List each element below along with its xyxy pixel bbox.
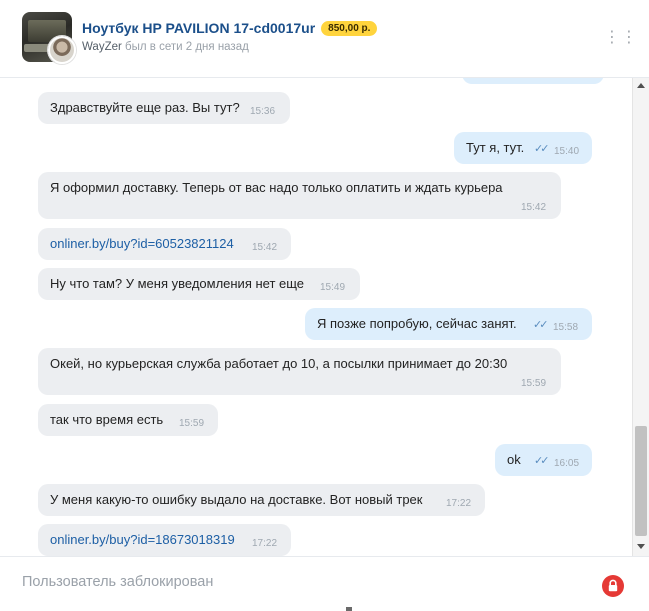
title-row: Ноутбук HP PAVILION 17-cd0017ur 850,00 р… [82, 20, 378, 36]
price-badge: 850,00 р. [321, 20, 378, 36]
scroll-up-arrow-icon[interactable] [635, 80, 647, 92]
message-bubble: ok ✓✓ 16:05 [495, 444, 592, 476]
avatar[interactable] [48, 36, 76, 64]
message-text: так что время есть [50, 412, 164, 427]
message-time: 16:05 [554, 458, 580, 469]
message-time: 17:22 [252, 538, 278, 549]
message-input-area: Пользователь заблокирован [0, 556, 649, 611]
message-time: 15:49 [320, 282, 346, 293]
more-options-icon[interactable]: ⋮⋮ [604, 28, 637, 48]
message-time: 15:58 [553, 322, 579, 333]
scroll-down-arrow-icon[interactable] [635, 540, 647, 552]
message-time: 15:59 [521, 378, 547, 389]
message-text: Тут я, тут. [466, 140, 525, 155]
message-bubble: Здравствуйте еще раз. Вы тут? 15:36 [38, 92, 290, 124]
message-link[interactable]: onliner.by/buy?id=60523821124 [50, 235, 234, 253]
double-check-icon: ✓✓ [534, 143, 550, 155]
message-bubble: Тут я, тут. ✓✓ 15:40 [454, 132, 592, 164]
message-text: Здравствуйте еще раз. Вы тут? [50, 100, 240, 115]
message-bubble: onliner.by/buy?id=60523821124 15:42 [38, 228, 291, 260]
message-bubble: Я оформил доставку. Теперь от вас надо т… [38, 172, 561, 219]
message-list[interactable]: Здравствуйте еще раз. Вы тут? 15:36 Тут … [0, 78, 632, 556]
previous-message-edge [462, 78, 604, 84]
bottom-marker [346, 607, 352, 611]
blocked-notice: Пользователь заблокирован [22, 574, 214, 590]
message-text: Ну что там? У меня уведомления нет еще [50, 276, 305, 291]
message-time: 15:40 [554, 146, 580, 157]
double-check-icon: ✓✓ [533, 319, 549, 331]
message-text: Я оформил доставку. Теперь от вас надо т… [50, 180, 503, 195]
message-time: 17:22 [446, 498, 472, 509]
message-text: Окей, но курьерская служба работает до 1… [50, 356, 508, 371]
message-time: 15:42 [252, 242, 278, 253]
message-time: 15:36 [250, 106, 276, 117]
message-text: У меня какую-то ошибку выдало на доставк… [50, 492, 423, 507]
message-bubble: так что время есть 15:59 [38, 404, 218, 436]
message-time: 15:59 [179, 418, 205, 429]
last-seen-status: был в сети 2 дня назад [125, 41, 249, 53]
scrollbar[interactable] [632, 78, 649, 556]
chat-header: Ноутбук HP PAVILION 17-cd0017ur 850,00 р… [0, 0, 649, 78]
message-bubble: Окей, но курьерская служба работает до 1… [38, 348, 561, 395]
username[interactable]: WayZer [82, 41, 122, 53]
product-title[interactable]: Ноутбук HP PAVILION 17-cd0017ur [82, 20, 315, 36]
user-status-row: WayZer был в сети 2 дня назад [82, 41, 249, 53]
message-bubble: Ну что там? У меня уведомления нет еще 1… [38, 268, 360, 300]
message-bubble: Я позже попробую, сейчас занят. ✓✓ 15:58 [305, 308, 592, 340]
message-time: 15:42 [521, 202, 547, 213]
message-text: ok [507, 452, 521, 467]
message-bubble: У меня какую-то ошибку выдало на доставк… [38, 484, 485, 516]
message-link[interactable]: onliner.by/buy?id=18673018319 [50, 531, 235, 549]
lock-icon[interactable] [602, 575, 624, 597]
message-text: Я позже попробую, сейчас занят. [317, 316, 517, 331]
scrollbar-thumb[interactable] [635, 426, 647, 536]
message-bubble: onliner.by/buy?id=18673018319 17:22 [38, 524, 291, 556]
double-check-icon: ✓✓ [534, 455, 550, 467]
